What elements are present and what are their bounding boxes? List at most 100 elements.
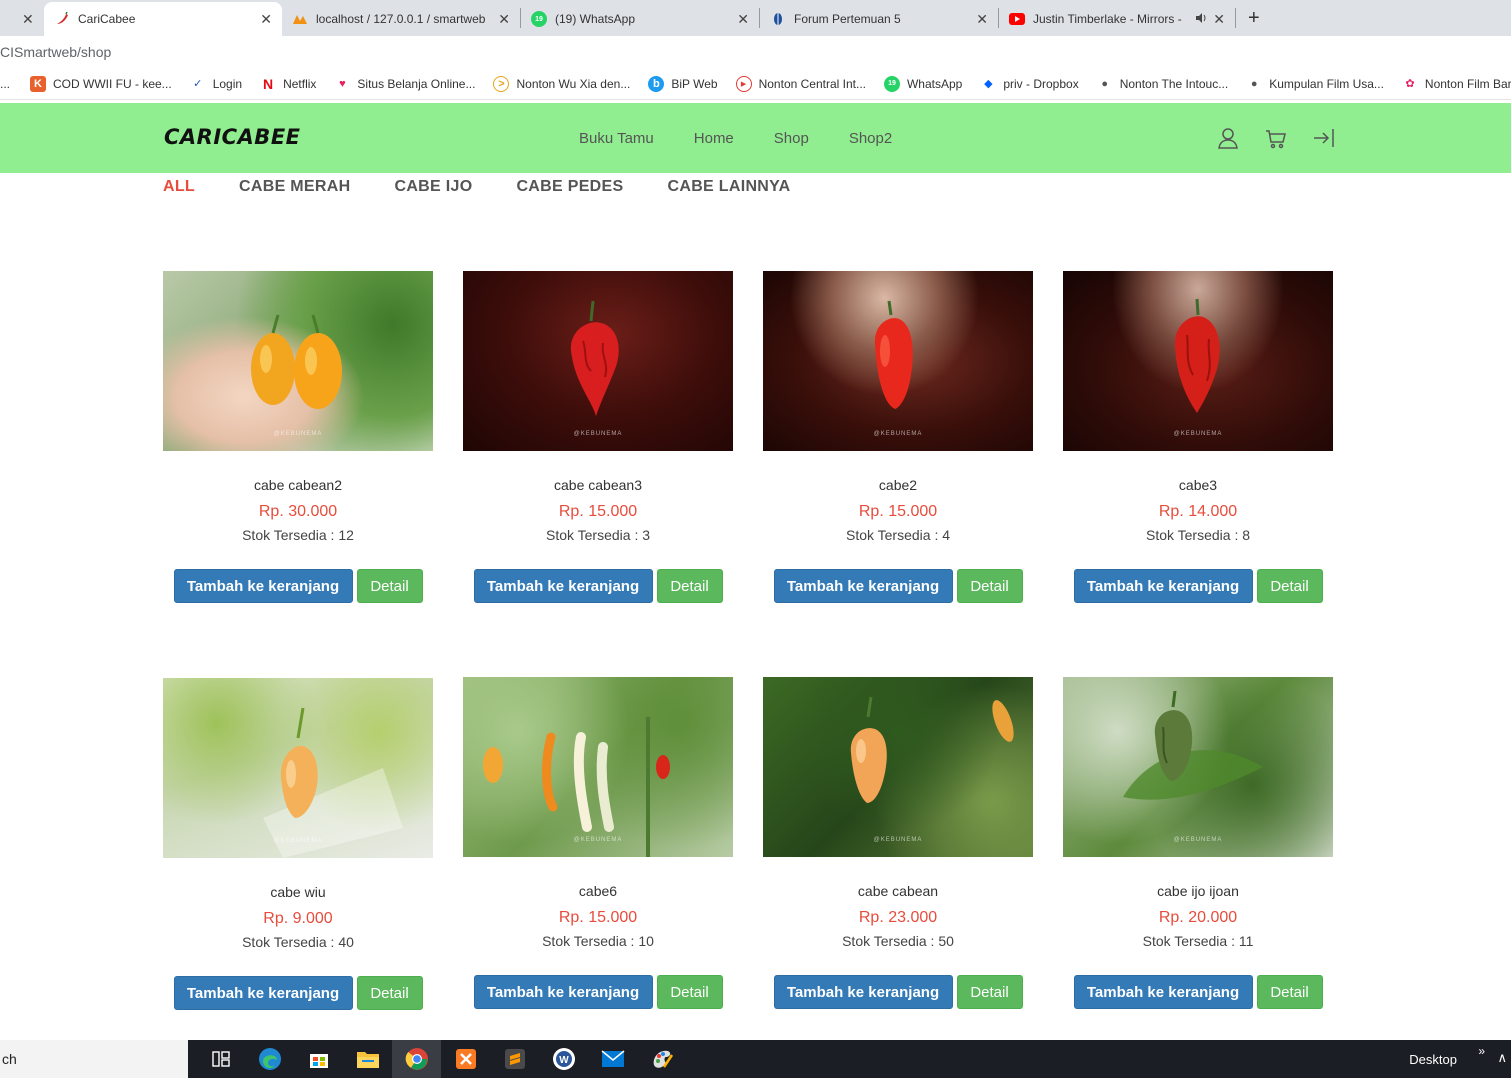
desktop-toolbar-label[interactable]: Desktop: [1409, 1040, 1457, 1078]
tab-youtube[interactable]: Justin Timberlake - Mirrors - ✕: [999, 2, 1235, 36]
filter-cabe-merah[interactable]: CABE MERAH: [239, 178, 350, 196]
bookmark-label: ...: [0, 76, 11, 91]
bookmark-item[interactable]: ...: [0, 77, 10, 91]
image-watermark: @KEBUNEMA: [573, 837, 623, 843]
mail-icon[interactable]: [588, 1040, 637, 1078]
detail-button[interactable]: Detail: [1256, 569, 1323, 603]
add-to-cart-button[interactable]: Tambah ke keranjang: [473, 975, 653, 1009]
bookmark-item[interactable]: N Netflix: [260, 76, 316, 92]
tab-caricabee[interactable]: CariCabee ✕: [44, 2, 282, 36]
product-image[interactable]: @KEBUNEMA: [1063, 271, 1333, 451]
file-explorer-icon[interactable]: [343, 1040, 392, 1078]
speaker-icon[interactable]: [1195, 12, 1207, 27]
bookmark-item[interactable]: b BiP Web: [648, 75, 718, 92]
bookmark-icon: >: [493, 75, 510, 92]
add-to-cart-button[interactable]: Tambah ke keranjang: [173, 569, 353, 603]
address-bar[interactable]: CISmartweb/shop: [0, 36, 1511, 68]
nav-link-buku-tamu[interactable]: Buku Tamu: [579, 130, 654, 147]
bookmark-item[interactable]: ● Kumpulan Film Usa...: [1246, 76, 1384, 92]
add-to-cart-button[interactable]: Tambah ke keranjang: [473, 569, 653, 603]
add-to-cart-button[interactable]: Tambah ke keranjang: [173, 976, 353, 1010]
chrome-icon[interactable]: [392, 1040, 441, 1078]
product-actions: Tambah ke keranjang Detail: [463, 569, 733, 603]
bookmark-item[interactable]: > Nonton Wu Xia den...: [493, 75, 631, 92]
product-price: Rp. 15.000: [558, 503, 638, 520]
store-icon[interactable]: [294, 1040, 343, 1078]
product-image[interactable]: @KEBUNEMA: [763, 271, 1033, 451]
product-image[interactable]: @KEBUNEMA: [163, 678, 433, 858]
bookmark-label: Nonton Wu Xia den...: [516, 76, 631, 91]
user-icon[interactable]: [1217, 127, 1239, 149]
add-to-cart-button[interactable]: Tambah ke keranjang: [773, 975, 953, 1009]
product-image[interactable]: @KEBUNEMA: [763, 677, 1033, 857]
filter-cabe-ijo[interactable]: CABE IJO: [394, 178, 472, 196]
word-icon[interactable]: W: [539, 1040, 588, 1078]
close-icon[interactable]: ✕: [498, 11, 510, 28]
product-image[interactable]: @KEBUNEMA: [1063, 677, 1333, 857]
product-card: @KEBUNEMA cabe wiu Rp. 9.000 Stok Tersed…: [163, 678, 433, 1010]
bookmark-label: COD WWII FU - kee...: [53, 76, 172, 91]
xampp-icon[interactable]: [441, 1040, 490, 1078]
edge-icon[interactable]: [245, 1040, 294, 1078]
new-tab-button[interactable]: +: [1248, 7, 1260, 30]
product-image[interactable]: @KEBUNEMA: [163, 271, 433, 451]
nav-link-shop[interactable]: Shop: [774, 130, 809, 147]
tab-whatsapp[interactable]: 19 (19) WhatsApp ✕: [521, 2, 759, 36]
paint-icon[interactable]: [637, 1040, 686, 1078]
add-to-cart-button[interactable]: Tambah ke keranjang: [773, 569, 953, 603]
bookmark-item[interactable]: ✿ Nonton Film Baru: [1402, 76, 1511, 92]
detail-button[interactable]: Detail: [656, 569, 723, 603]
bookmark-item[interactable]: ● Nonton The Intouc...: [1097, 76, 1228, 92]
chevron-up-icon[interactable]: ∧: [1497, 1050, 1507, 1066]
filter-cabe-pedes[interactable]: CABE PEDES: [516, 178, 623, 196]
detail-button[interactable]: Detail: [656, 975, 723, 1009]
product-actions: Tambah ke keranjang Detail: [763, 975, 1033, 1009]
detail-button[interactable]: Detail: [356, 569, 423, 603]
close-icon[interactable]: ✕: [260, 11, 272, 28]
close-icon[interactable]: ✕: [1213, 11, 1225, 28]
sublime-text-icon[interactable]: [490, 1040, 539, 1078]
cart-icon[interactable]: [1265, 127, 1287, 149]
bookmark-icon: ✿: [1405, 78, 1415, 90]
detail-button[interactable]: Detail: [956, 975, 1023, 1009]
close-icon[interactable]: ✕: [976, 11, 988, 28]
product-name: cabe2: [878, 477, 918, 493]
close-icon[interactable]: ✕: [22, 11, 34, 28]
product-image[interactable]: @KEBUNEMA: [463, 271, 733, 451]
close-icon[interactable]: ✕: [737, 11, 749, 28]
image-watermark: @KEBUNEMA: [1173, 431, 1223, 437]
chevron-icon[interactable]: »: [1478, 1044, 1485, 1058]
product-price: Rp. 15.000: [558, 909, 638, 926]
site-logo[interactable]: CARICABEE: [164, 125, 301, 149]
bookmark-item[interactable]: ✓ Login: [190, 76, 242, 92]
bookmark-item[interactable]: ▶ Nonton Central Int...: [735, 75, 866, 92]
tab-forum[interactable]: Forum Pertemuan 5 ✕: [760, 2, 998, 36]
bookmark-item[interactable]: 19 WhatsApp: [883, 75, 962, 92]
filter-cabe-lainnya[interactable]: CABE LAINNYA: [667, 178, 790, 196]
bookmark-label: priv - Dropbox: [1003, 76, 1079, 91]
taskbar-search-input[interactable]: ch: [0, 1040, 188, 1078]
category-filters: ALL CABE MERAH CABE IJO CABE PEDES CABE …: [163, 178, 835, 196]
task-view-icon[interactable]: [196, 1040, 245, 1078]
add-to-cart-button[interactable]: Tambah ke keranjang: [1073, 569, 1253, 603]
logout-icon[interactable]: [1313, 127, 1335, 149]
tab-title: (19) WhatsApp: [555, 12, 636, 26]
tab-phpmyadmin[interactable]: localhost / 127.0.0.1 / smartweb ✕: [282, 2, 520, 36]
product-price: Rp. 30.000: [258, 503, 338, 520]
bookmark-item[interactable]: ♥ Situs Belanja Online...: [334, 76, 475, 92]
url-text[interactable]: CISmartweb/shop: [0, 44, 111, 60]
header-icons: [1191, 103, 1335, 173]
detail-button[interactable]: Detail: [356, 976, 423, 1010]
tab-title: Justin Timberlake - Mirrors -: [1033, 12, 1182, 26]
bookmark-item[interactable]: ◆ priv - Dropbox: [980, 76, 1079, 92]
bookmark-item[interactable]: K COD WWII FU - kee...: [30, 75, 172, 92]
nav-link-home[interactable]: Home: [694, 130, 734, 147]
product-image[interactable]: @KEBUNEMA: [463, 677, 733, 857]
product-actions: Tambah ke keranjang Detail: [1063, 975, 1333, 1009]
filter-all[interactable]: ALL: [163, 178, 195, 196]
add-to-cart-button[interactable]: Tambah ke keranjang: [1073, 975, 1253, 1009]
nav-link-shop2[interactable]: Shop2: [849, 130, 892, 147]
detail-button[interactable]: Detail: [956, 569, 1023, 603]
tab-previous[interactable]: ✕: [0, 2, 44, 36]
detail-button[interactable]: Detail: [1256, 975, 1323, 1009]
